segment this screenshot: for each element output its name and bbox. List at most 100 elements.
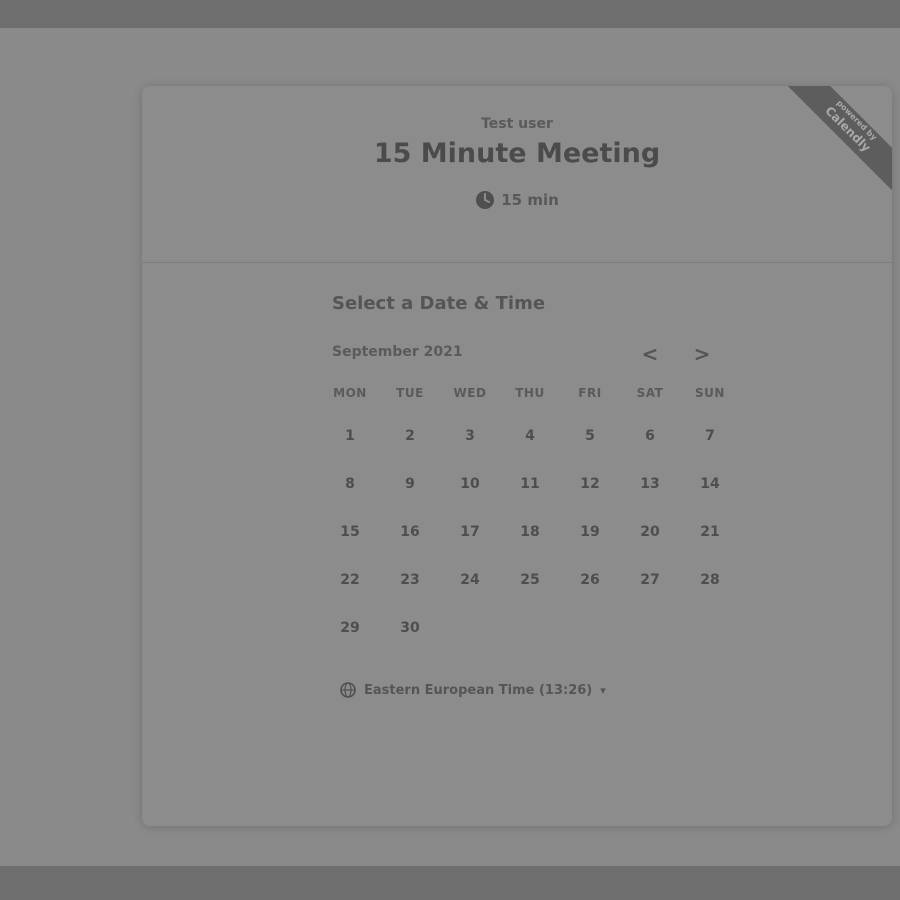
calendar-day-number: 9 xyxy=(405,476,415,492)
calendar-day-number: 14 xyxy=(700,476,720,492)
calendar-day-number: 28 xyxy=(700,572,720,588)
calendar-day-number: 16 xyxy=(400,524,420,540)
header-divider xyxy=(142,262,892,263)
calendar-day: 8 xyxy=(320,460,380,508)
calendar-day: 6 xyxy=(620,412,680,460)
calendar-day-number: 29 xyxy=(340,620,360,636)
calendar-day-number xyxy=(570,608,610,648)
calendar-day-number: 13 xyxy=(640,476,660,492)
calendar-day-number: 8 xyxy=(345,476,355,492)
calendar-day-number: 10 xyxy=(460,476,480,492)
previous-month-button[interactable]: < xyxy=(636,340,664,368)
badge-ribbon: powered by Calendly xyxy=(782,86,892,195)
month-navigation: September 2021 < > xyxy=(332,342,714,368)
calendar-day-number: 1 xyxy=(345,428,355,444)
calendar-day: 7 xyxy=(680,412,740,460)
calendar-day-number: 2 xyxy=(405,428,415,444)
calendar-day: 14 xyxy=(680,460,740,508)
event-title: 15 Minute Meeting xyxy=(373,138,661,169)
calendar-day-number: 15 xyxy=(340,524,360,540)
next-month-button[interactable]: > xyxy=(688,340,716,368)
section-heading: Select a Date & Time xyxy=(332,293,546,314)
calendar-day: 4 xyxy=(500,412,560,460)
calendar-day-number: 27 xyxy=(640,572,660,588)
calendar-day-number: 6 xyxy=(645,428,655,444)
calendar-day-number: 18 xyxy=(520,524,540,540)
calendar-day-number: 5 xyxy=(585,428,595,444)
weekday-label: SAT xyxy=(636,386,664,400)
calendar-day: 26 xyxy=(560,556,620,604)
calendar-day: 15 xyxy=(320,508,380,556)
calendar-day-number: 25 xyxy=(520,572,540,588)
weekday-label: THU xyxy=(515,386,545,400)
calendar-day: 1 xyxy=(320,412,380,460)
calendar-day: 24 xyxy=(440,556,500,604)
calendar-day-number: 20 xyxy=(640,524,660,540)
calendar-day: 11 xyxy=(500,460,560,508)
calendar-day-number: 4 xyxy=(525,428,535,444)
weekday-header: MON TUE WED THU FRI SAT SUN xyxy=(320,386,740,400)
calendar-day: 2 xyxy=(380,412,440,460)
calendar-day-number xyxy=(510,608,550,648)
calendar-day: 23 xyxy=(380,556,440,604)
calendar-day: 16 xyxy=(380,508,440,556)
weekday-label: TUE xyxy=(396,386,424,400)
calendar-day: 30 xyxy=(380,604,440,652)
chevron-right-icon: > xyxy=(693,342,711,366)
calendar-day-number xyxy=(450,608,490,648)
calendar-day: 27 xyxy=(620,556,680,604)
scheduling-card: Test user 15 Minute Meeting 15 min power… xyxy=(142,86,892,826)
calendar-day: 9 xyxy=(380,460,440,508)
calendar-day xyxy=(620,604,680,652)
weekday-label: SUN xyxy=(695,386,725,400)
event-duration: 15 min xyxy=(142,190,892,210)
chevron-down-icon: ▾ xyxy=(600,683,606,697)
calendar-day-number: 21 xyxy=(700,524,720,540)
calendar-day: 18 xyxy=(500,508,560,556)
timezone-label: Eastern European Time (13:26) xyxy=(364,682,593,698)
calendar-day-number: 26 xyxy=(580,572,600,588)
calendar-day: 20 xyxy=(620,508,680,556)
calendar-day xyxy=(560,604,620,652)
calendar-day-number xyxy=(690,608,730,648)
calendar-day: 12 xyxy=(560,460,620,508)
calendar-day: 10 xyxy=(440,460,500,508)
calendar-day-number: 24 xyxy=(460,572,480,588)
calendar-day-number: 12 xyxy=(580,476,600,492)
calendar-day-number: 30 xyxy=(400,620,420,636)
calendar-day-number: 22 xyxy=(340,572,360,588)
calendar-day xyxy=(680,604,740,652)
calendar-day-number xyxy=(630,608,670,648)
calendar-grid: 1 2 3 4 5 6 7 8 9 10 11 12 13 14 15 16 17 18 19 20 21 22 23 24 2… xyxy=(320,412,740,652)
calendar-day: 17 xyxy=(440,508,500,556)
calendar-day: 5 xyxy=(560,412,620,460)
calendar-day: 3 xyxy=(440,412,500,460)
chevron-left-icon: < xyxy=(641,342,659,366)
calendar-day-number: 7 xyxy=(705,428,715,444)
calendar-day-number: 23 xyxy=(400,572,420,588)
powered-by-badge[interactable]: powered by Calendly xyxy=(782,86,892,196)
calendar-day: 25 xyxy=(500,556,560,604)
globe-icon xyxy=(340,682,356,698)
event-header: Test user 15 Minute Meeting 15 min xyxy=(142,86,892,262)
calendar-day: 28 xyxy=(680,556,740,604)
clock-icon xyxy=(476,191,495,209)
host-name: Test user xyxy=(481,116,553,132)
weekday-label: FRI xyxy=(578,386,602,400)
bottom-bar xyxy=(0,866,900,900)
month-label: September 2021 xyxy=(332,344,463,360)
weekday-label: WED xyxy=(453,386,487,400)
calendar-day-number: 3 xyxy=(465,428,475,444)
timezone-selector[interactable]: Eastern European Time (13:26) ▾ xyxy=(340,682,606,698)
calendar-day: 22 xyxy=(320,556,380,604)
calendar-day xyxy=(440,604,500,652)
calendar-day-number: 17 xyxy=(460,524,480,540)
calendar-day: 13 xyxy=(620,460,680,508)
calendar-day xyxy=(500,604,560,652)
calendar-day: 21 xyxy=(680,508,740,556)
calendar-day: 29 xyxy=(320,604,380,652)
calendar-day-number: 19 xyxy=(580,524,600,540)
weekday-label: MON xyxy=(333,386,367,400)
calendar-day-number: 11 xyxy=(520,476,540,492)
calendar-day: 19 xyxy=(560,508,620,556)
